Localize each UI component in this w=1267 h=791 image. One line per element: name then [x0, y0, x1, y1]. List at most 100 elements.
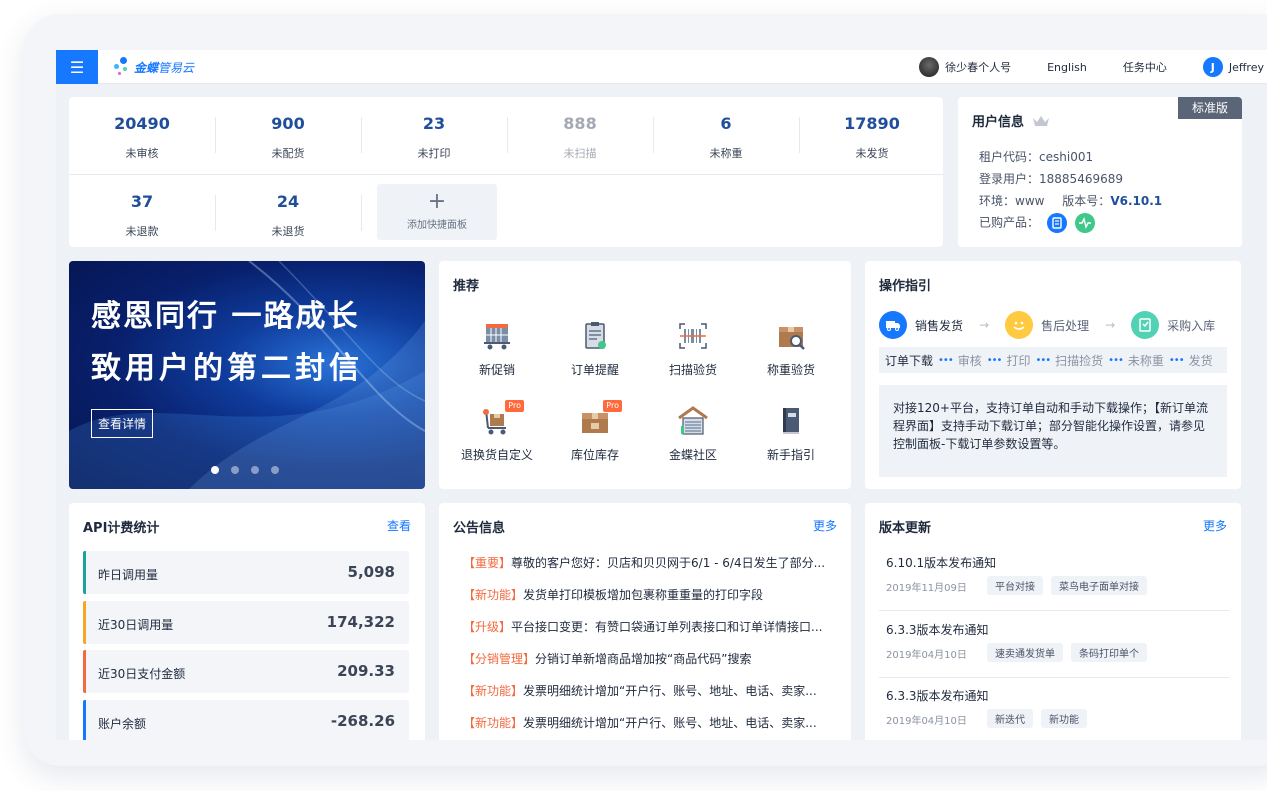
stat-label: 未称重	[709, 147, 743, 160]
banner-dot-4[interactable]	[271, 466, 279, 474]
recommend-label: 退换货自定义	[460, 448, 533, 462]
version-tag: 平台对接	[987, 576, 1043, 595]
smile-icon	[1005, 311, 1034, 339]
step-ship[interactable]: 发货	[1189, 352, 1213, 369]
banner-dot-1[interactable]	[211, 466, 219, 474]
version-tag: 菜鸟电子面单对接	[1051, 576, 1147, 595]
step-review[interactable]: 审核	[958, 352, 982, 369]
notice-title: 公告信息	[453, 521, 506, 536]
notice-item[interactable]: 【新功能】发票明细统计增加“开户行、账号、地址、电话、卖家...	[463, 682, 833, 699]
promo-banner[interactable]: 感恩同行 一路成长 致用户的第二封信 查看详情	[69, 261, 425, 489]
guide-title: 操作指引	[879, 279, 932, 294]
flow-step-sales-shipping[interactable]: 销售发货	[879, 311, 963, 339]
stat-unallocated[interactable]: 900 未配货	[215, 114, 361, 161]
clipboard-icon	[578, 319, 612, 353]
banner-detail-button[interactable]: 查看详情	[91, 409, 154, 438]
step-scan-pick[interactable]: 扫描捡货	[1055, 352, 1103, 369]
stat-value: 20490	[114, 114, 170, 133]
brand-logo[interactable]: 金蝶管易云	[114, 57, 194, 77]
notice-item[interactable]: 【升级】平台接口变更：有赞口袋通订单列表接口和订单详情接口...	[463, 618, 833, 635]
stat-label: 未发货	[855, 147, 889, 160]
version-item-title: 6.10.1版本发布通知	[886, 556, 997, 570]
product-doc-icon[interactable]	[1046, 213, 1067, 233]
notice-item[interactable]: 【新功能】发货单打印模板增加包裹称重重量的打印字段	[463, 586, 833, 603]
box-search-icon	[774, 319, 808, 353]
book-icon	[774, 404, 808, 438]
notice-item[interactable]: 【新功能】发票明细统计增加“开户行、账号、地址、电话、卖家...	[463, 714, 833, 731]
stat-label: 未退款	[125, 225, 159, 238]
language-label: English	[1047, 60, 1087, 74]
step-unweighed[interactable]: 未称重	[1128, 352, 1164, 369]
account-avatar	[919, 57, 940, 77]
stat-unweighed[interactable]: 6 未称重	[653, 114, 799, 161]
user-info-title-text: 用户信息	[972, 115, 1025, 130]
notice-item[interactable]: 【分销管理】分销订单新增商品增加按“商品代码”搜索	[463, 650, 833, 667]
stat-unreturned[interactable]: 24 未退货	[215, 192, 361, 239]
stat-value: 6	[720, 114, 732, 133]
crown-icon	[1033, 115, 1050, 126]
recommend-new-promotion[interactable]: 新促销	[447, 319, 547, 378]
banner-dot-3[interactable]	[251, 466, 259, 474]
stat-label: 未配货	[271, 147, 305, 160]
version-item[interactable]: 6.3.3版本发布通知 2019年04月10日 速卖通发货单 条码打印单个	[879, 616, 1229, 678]
version-item-title: 6.3.3版本发布通知	[886, 623, 989, 637]
version-more-link[interactable]: 更多	[1203, 517, 1227, 534]
recommend-kingdee-community[interactable]: 金蝶社区	[643, 404, 743, 463]
recommend-beginner-guide[interactable]: 新手指引	[741, 404, 841, 463]
stat-unscanned[interactable]: 888 未扫描	[507, 114, 653, 161]
step-separator: •••	[1108, 354, 1124, 366]
version-tags: 新迭代 新功能	[987, 709, 1087, 728]
stat-unreviewed[interactable]: 20490 未审核	[69, 114, 215, 161]
api-row-value: 209.33	[337, 662, 395, 680]
stat-value: 888	[563, 114, 597, 133]
stat-value: 37	[130, 192, 154, 211]
account-switch[interactable]: 徐少春个人号	[901, 57, 1029, 77]
add-shortcut-panel-button[interactable]: + 添加快捷面板	[377, 184, 497, 240]
flow-step-after-sales[interactable]: 售后处理	[1005, 311, 1089, 339]
stock-box-icon: Pro	[578, 400, 622, 438]
recommend-scan-inspect[interactable]: 扫描验货	[643, 319, 743, 378]
stat-unprinted[interactable]: 23 未打印	[361, 114, 507, 161]
user-menu[interactable]: J Jeffrey	[1185, 57, 1267, 77]
api-view-link[interactable]: 查看	[387, 517, 411, 534]
task-center-link[interactable]: 任务中心	[1105, 59, 1185, 75]
banner-pagination	[211, 466, 279, 474]
api-row-30d-payment: 近30日支付金额 209.33	[83, 650, 409, 693]
stat-unshipped[interactable]: 17890 未发货	[799, 114, 945, 161]
api-row-label: 近30日调用量	[98, 618, 174, 632]
user-info-panel: 标准版 用户信息 租户代码：ceshi001 登录用户：18885469689 …	[958, 97, 1242, 247]
version-item[interactable]: 6.10.1版本发布通知 2019年11月09日 平台对接 菜鸟电子面单对接	[879, 549, 1229, 611]
recommend-return-custom[interactable]: Pro 退换货自定义	[447, 400, 547, 463]
menu-toggle-button[interactable]: ☰	[56, 50, 98, 84]
flow-step-purchase-inbound[interactable]: 采购入库	[1131, 311, 1215, 339]
notice-item[interactable]: 【重要】尊敬的客户您好：贝店和贝贝网于6/1 - 6/4日发生了部分...	[463, 554, 833, 571]
guide-flow: 销售发货 → 售后处理 → 采购入库	[879, 311, 1215, 339]
recommend-order-reminder[interactable]: 订单提醒	[545, 319, 645, 378]
version-item[interactable]: 6.3.3版本发布通知 2019年04月10日 新迭代 新功能	[879, 682, 1229, 740]
product-pulse-icon[interactable]	[1074, 213, 1095, 233]
guide-description: 对接120+平台，支持订单自动和手动下载操作；【新订单流程界面】支持手动下载订单…	[879, 385, 1227, 477]
api-title: API计费统计	[83, 521, 160, 536]
banner-dot-2[interactable]	[231, 466, 239, 474]
edition-badge: 标准版	[1178, 97, 1242, 119]
step-print[interactable]: 打印	[1006, 352, 1030, 369]
stat-value: 23	[422, 114, 446, 133]
login-user-row: 登录用户：18885469689	[979, 172, 1123, 186]
api-row-value: 5,098	[347, 563, 395, 581]
operation-guide-panel: 操作指引 销售发货 → 售后处理 → 采购入库 订单下载 ••• 审核 ••• …	[865, 261, 1241, 489]
api-row-account-balance: 账户余额 -268.26	[83, 700, 409, 740]
stat-value: 900	[271, 114, 305, 133]
arrow-right-icon: →	[1105, 318, 1116, 332]
api-row-30d-calls: 近30日调用量 174,322	[83, 601, 409, 644]
stat-label: 未打印	[417, 147, 451, 160]
api-row-value: -268.26	[330, 712, 395, 730]
stat-unrefunded[interactable]: 37 未退款	[69, 192, 215, 239]
notice-more-link[interactable]: 更多	[813, 517, 837, 534]
step-order-download[interactable]: 订单下载	[885, 352, 933, 369]
recommend-label: 订单提醒	[570, 363, 619, 377]
version-tags: 速卖通发货单 条码打印单个	[987, 643, 1147, 662]
language-switch[interactable]: English	[1029, 61, 1105, 74]
truck-icon	[879, 311, 907, 339]
recommend-weigh-inspect[interactable]: 称重验货	[741, 319, 841, 378]
recommend-location-stock[interactable]: Pro 库位库存	[545, 400, 645, 463]
